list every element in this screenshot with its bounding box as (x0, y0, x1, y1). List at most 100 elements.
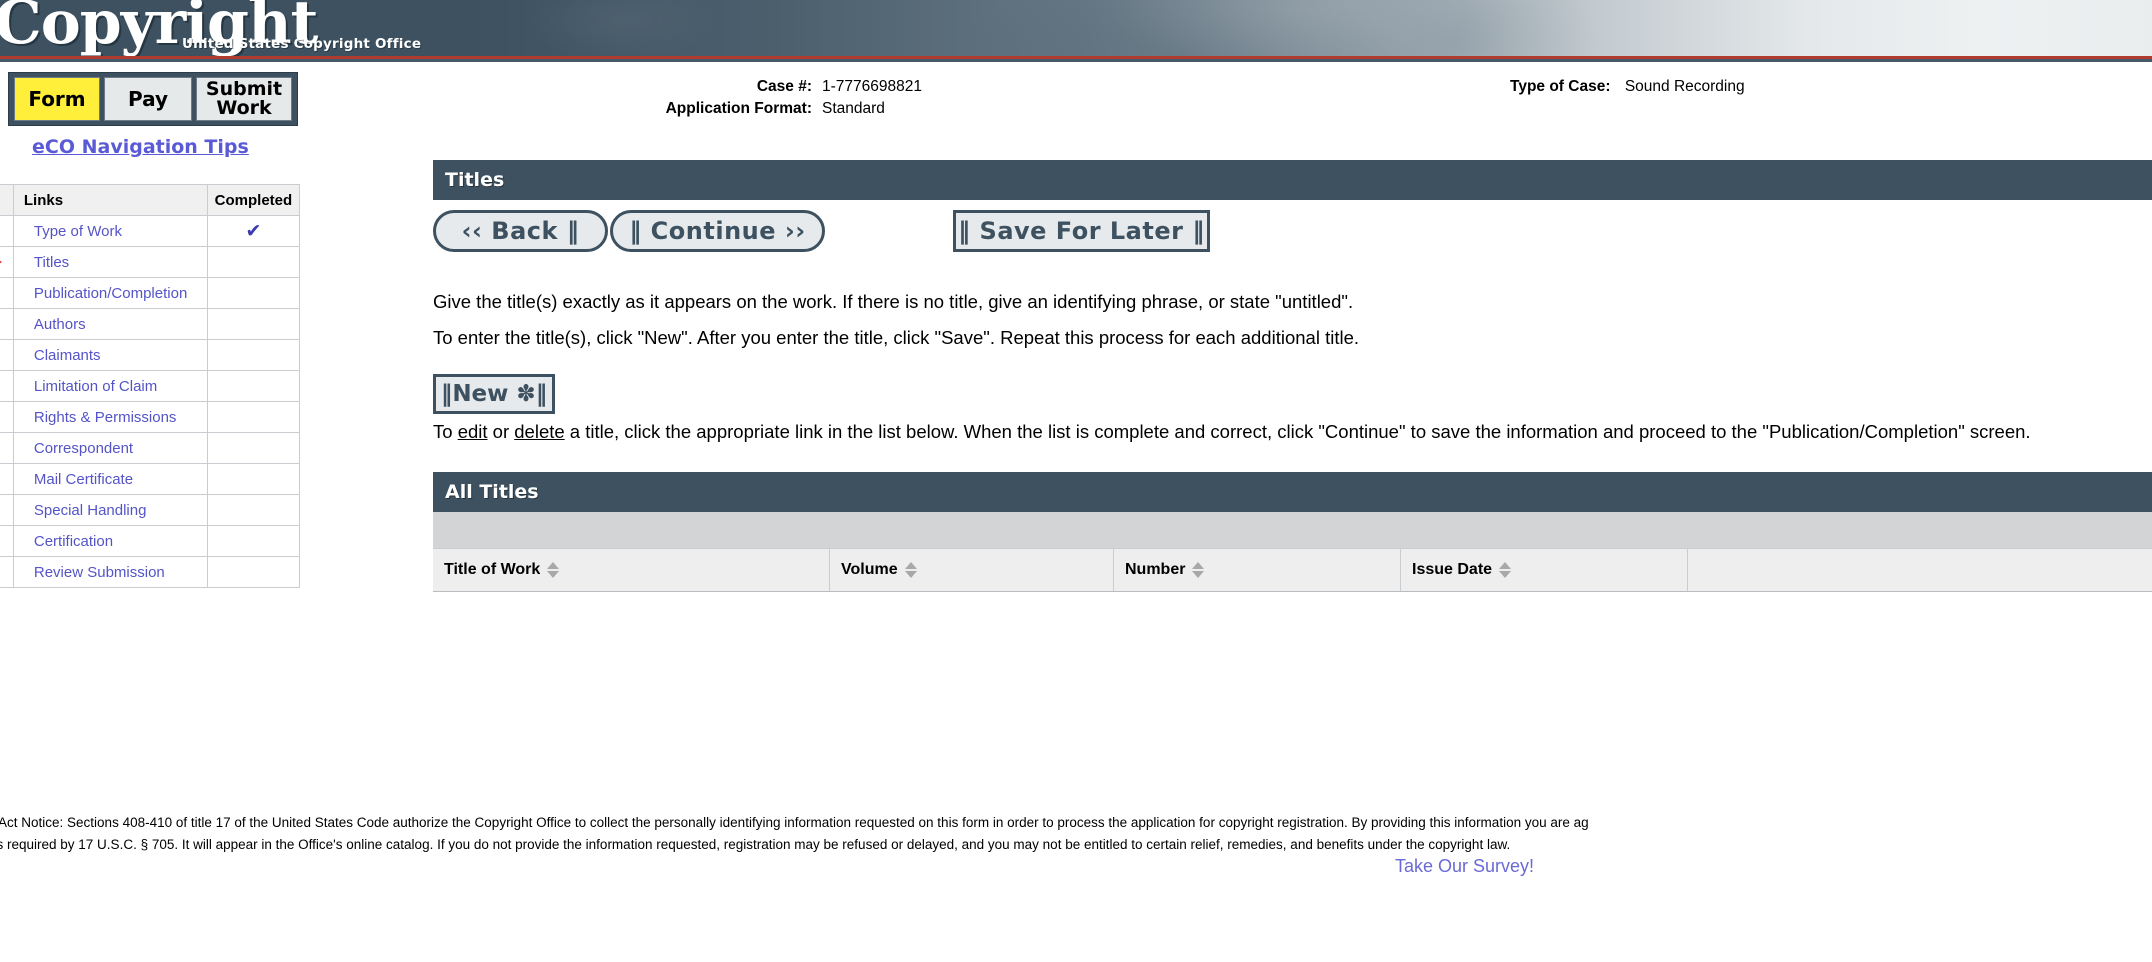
privacy-act-notice: acy Act Notice: Sections 408-410 of titl… (0, 812, 2152, 856)
column-header-volume[interactable]: Volume (830, 549, 1114, 591)
edit-link[interactable]: edit (458, 421, 488, 442)
sidebar-row-special-handling: Special Handling (0, 494, 301, 526)
sidebar-completed-cell (206, 432, 301, 464)
sidebar-link-cell[interactable]: Type of Work (12, 215, 208, 247)
column-header-title-of-work[interactable]: Title of Work (433, 549, 830, 591)
sidebar-item-certification[interactable]: Certification (24, 533, 207, 550)
instruction-paragraph-1: Give the title(s) exactly as it appears … (433, 291, 1354, 312)
sidebar-item-claimants[interactable]: Claimants (24, 347, 207, 364)
sidebar-link-cell[interactable]: Special Handling (12, 494, 208, 526)
take-our-survey-link[interactable]: Take Our Survey! (1395, 856, 1534, 877)
back-button[interactable]: ‹‹ Back ‖ (433, 210, 608, 252)
column-label-volume: Volume (841, 561, 898, 578)
sidebar-completed-cell (206, 339, 301, 371)
all-titles-toolbar[interactable] (433, 512, 2152, 548)
tab-submit-label-line2: Work (216, 97, 272, 119)
sidebar-completed-cell (206, 494, 301, 526)
main-panel: Titles ‹‹ Back ‖ ‖ Continue ›› ‖ Save Fo… (433, 160, 2152, 592)
sidebar-item-mail-certificate[interactable]: Mail Certificate (24, 471, 207, 488)
completed-checkmark-icon: ✔ (245, 220, 262, 242)
navigation-button-row: ‹‹ Back ‖ ‖ Continue ›› ‖ Save For Later… (433, 200, 2152, 262)
page-root: Copyright United States Copyright Office… (0, 0, 2152, 962)
column-header-number[interactable]: Number (1114, 549, 1401, 591)
sidebar-item-rights-permissions[interactable]: Rights & Permissions (24, 409, 207, 426)
sidebar-item-special-handling[interactable]: Special Handling (24, 502, 207, 519)
sidebar-item-type-of-work[interactable]: Type of Work (24, 223, 207, 240)
save-for-later-button[interactable]: ‖ Save For Later ‖ (953, 210, 1210, 252)
sidebar-current-marker-cell (0, 246, 14, 278)
sidebar-current-marker-cell (0, 370, 14, 402)
sidebar-row-correspondent: Correspondent (0, 432, 301, 464)
section-header-label: Titles (445, 169, 505, 191)
banner-subtitle: United States Copyright Office (182, 36, 422, 52)
sort-arrows-icon[interactable] (547, 562, 560, 578)
sidebar-row-review-submission: Review Submission (0, 556, 301, 588)
sidebar-row-certification: Certification (0, 525, 301, 557)
workflow-tabs: Form Pay Submit Work (8, 72, 298, 126)
all-titles-column-headers: Title of Work Volume Number Issue Date (433, 548, 2152, 592)
tab-pay-label: Pay (127, 87, 169, 111)
sidebar-link-cell[interactable]: Certification (12, 525, 208, 557)
application-format-label: Application Format: (665, 100, 812, 117)
sidebar-row-claimants: Claimants (0, 339, 301, 371)
tab-pay[interactable]: Pay (104, 77, 192, 121)
delete-link[interactable]: delete (514, 421, 564, 442)
sidebar-links-table: Links Completed Type of Work ✔ Titles Publi… (0, 184, 301, 588)
site-banner: Copyright United States Copyright Office (0, 0, 2152, 62)
sidebar-link-cell[interactable]: Mail Certificate (12, 463, 208, 495)
tab-form-label: Form (28, 87, 86, 111)
sidebar-item-publication-completion[interactable]: Publication/Completion (24, 285, 207, 302)
sidebar-current-marker-cell (0, 432, 14, 464)
sidebar-link-cell[interactable]: Limitation of Claim (12, 370, 208, 402)
sidebar-link-cell[interactable]: Claimants (12, 339, 208, 371)
all-titles-label: All Titles (445, 481, 539, 503)
sidebar-current-marker-cell (0, 215, 14, 247)
all-titles-table: All Titles Title of Work Volume Number I… (433, 472, 2152, 592)
sidebar-row-limitation-of-claim: Limitation of Claim (0, 370, 301, 402)
sidebar-current-marker-cell (0, 525, 14, 557)
sidebar-row-mail-certificate: Mail Certificate (0, 463, 301, 495)
sidebar-link-cell[interactable]: Titles (12, 246, 208, 278)
privacy-notice-line-2: m as required by 17 U.S.C. § 705. It wil… (0, 837, 1511, 852)
sidebar-link-cell[interactable]: Rights & Permissions (12, 401, 208, 433)
column-header-issue-date[interactable]: Issue Date (1401, 549, 1688, 591)
column-label-number: Number (1125, 561, 1186, 578)
sidebar-item-authors[interactable]: Authors (24, 316, 207, 333)
sidebar-completed-cell (206, 525, 301, 557)
case-info-block: Case #: 1-7776698821 Application Format:… (640, 76, 922, 120)
sidebar-completed-cell: ✔ (206, 215, 301, 247)
banner-texture (0, 0, 2152, 62)
column-label-title-of-work: Title of Work (444, 561, 541, 578)
tab-form[interactable]: Form (14, 77, 100, 121)
continue-button[interactable]: ‖ Continue ›› (610, 210, 825, 252)
sidebar-current-marker-cell (0, 556, 14, 588)
sort-arrows-icon[interactable] (1499, 562, 1512, 578)
sidebar-current-marker-cell (0, 308, 14, 340)
sidebar-item-review-submission[interactable]: Review Submission (24, 564, 207, 581)
sort-arrows-icon[interactable] (1192, 562, 1205, 578)
sidebar-row-authors: Authors (0, 308, 301, 340)
sidebar-link-cell[interactable]: Review Submission (12, 556, 208, 588)
banner-slate-rule (0, 59, 2152, 62)
instruction-paragraph-2: To enter the title(s), click "New". Afte… (433, 327, 1359, 348)
type-of-case-block: Type of Case: Sound Recording (1510, 76, 1745, 98)
sidebar-completed-cell (206, 556, 301, 588)
tab-submit-work[interactable]: Submit Work (196, 77, 292, 121)
case-number-value: 1-7776698821 (822, 78, 922, 95)
sort-arrows-icon[interactable] (904, 562, 917, 578)
new-title-button[interactable]: ‖New ✽‖ (433, 374, 555, 414)
sidebar-completed-cell (206, 463, 301, 495)
instruction-3-suffix: a title, click the appropriate link in t… (564, 421, 2031, 442)
eco-navigation-tips-link[interactable]: eCO Navigation Tips (32, 136, 249, 158)
sidebar-completed-cell (206, 246, 301, 278)
sidebar-item-limitation-of-claim[interactable]: Limitation of Claim (24, 378, 207, 395)
sidebar-current-marker-cell (0, 494, 14, 526)
sidebar-header-links: Links (12, 184, 208, 216)
sidebar-row-type-of-work: Type of Work ✔ (0, 215, 301, 247)
sidebar-link-cell[interactable]: Publication/Completion (12, 277, 208, 309)
sidebar-link-cell[interactable]: Authors (12, 308, 208, 340)
sidebar-current-marker-cell (0, 277, 14, 309)
sidebar-item-correspondent[interactable]: Correspondent (24, 440, 207, 457)
sidebar-link-cell[interactable]: Correspondent (12, 432, 208, 464)
sidebar-item-titles[interactable]: Titles (24, 254, 207, 271)
